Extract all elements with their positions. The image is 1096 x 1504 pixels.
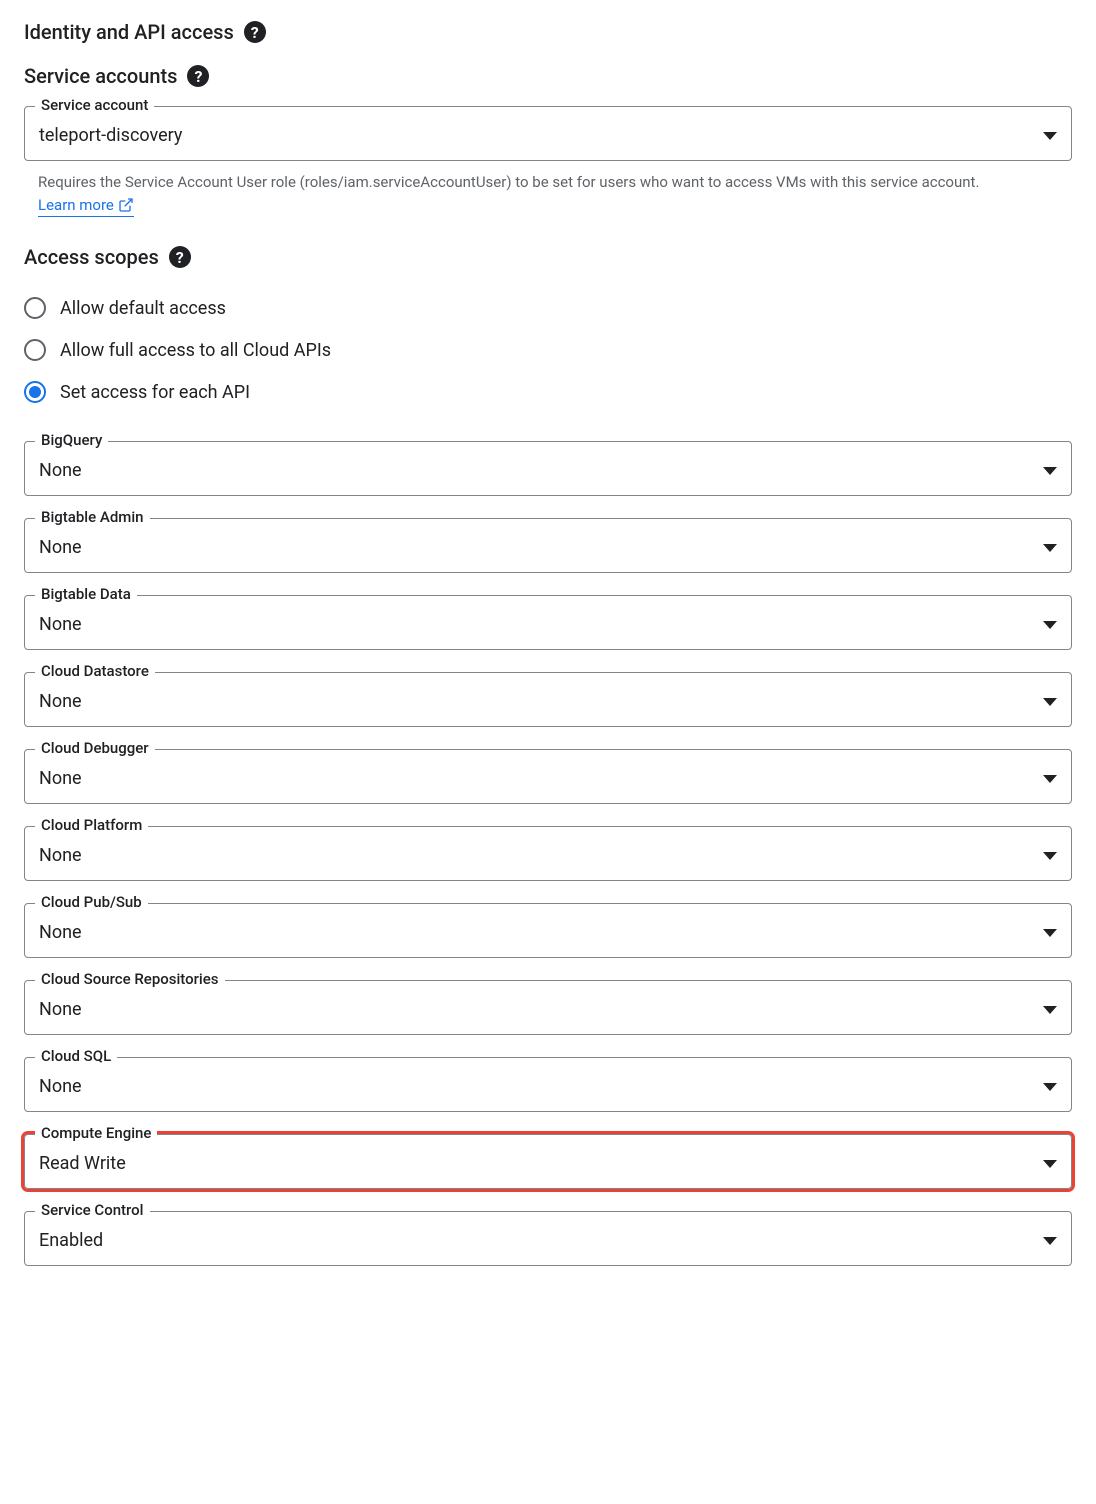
api-scope-label: Cloud Pub/Sub <box>35 893 148 911</box>
external-link-icon <box>118 197 134 213</box>
learn-more-text: Learn more <box>38 194 114 217</box>
chevron-down-icon <box>1043 1083 1057 1091</box>
api-scope-value: None <box>39 537 82 558</box>
access-scopes-radio-group: Allow default access Allow full access t… <box>24 287 1072 413</box>
chevron-down-icon <box>1043 132 1057 140</box>
api-scope-label: Bigtable Admin <box>35 508 150 526</box>
service-account-label: Service account <box>35 96 154 114</box>
api-scope-label: Cloud Source Repositories <box>35 970 225 988</box>
chevron-down-icon <box>1043 544 1057 552</box>
chevron-down-icon <box>1043 1237 1057 1245</box>
api-scope-select[interactable]: Cloud DebuggerNone <box>24 749 1072 804</box>
chevron-down-icon <box>1043 621 1057 629</box>
radio-default-label: Allow default access <box>60 298 226 319</box>
api-scope-select[interactable]: BigQueryNone <box>24 441 1072 496</box>
api-scope-value: Enabled <box>39 1230 103 1251</box>
chevron-down-icon <box>1043 1006 1057 1014</box>
service-accounts-title: Service accounts <box>24 64 177 88</box>
help-icon[interactable]: ? <box>187 65 209 87</box>
api-scope-label: Cloud Platform <box>35 816 148 834</box>
api-scope-label: Cloud Datastore <box>35 662 155 680</box>
api-scope-select[interactable]: Cloud DatastoreNone <box>24 672 1072 727</box>
api-scope-label: Bigtable Data <box>35 585 137 603</box>
chevron-down-icon <box>1043 698 1057 706</box>
radio-each-label: Set access for each API <box>60 382 250 403</box>
radio-button-icon <box>24 339 46 361</box>
help-icon[interactable]: ? <box>169 246 191 268</box>
radio-inner-icon <box>29 386 41 398</box>
access-scopes-title: Access scopes <box>24 245 159 269</box>
api-scope-label: Compute Engine <box>35 1124 157 1142</box>
radio-each-api[interactable]: Set access for each API <box>24 371 1072 413</box>
api-scope-select[interactable]: Cloud PlatformNone <box>24 826 1072 881</box>
api-scope-value: None <box>39 845 82 866</box>
api-scope-value: Read Write <box>39 1153 126 1174</box>
help-icon[interactable]: ? <box>244 21 266 43</box>
api-scope-select[interactable]: Cloud SQLNone <box>24 1057 1072 1112</box>
chevron-down-icon <box>1043 929 1057 937</box>
radio-default-access[interactable]: Allow default access <box>24 287 1072 329</box>
api-scope-value: None <box>39 460 82 481</box>
api-scope-label: Cloud Debugger <box>35 739 155 757</box>
api-scope-select[interactable]: Bigtable DataNone <box>24 595 1072 650</box>
access-scopes-heading: Access scopes ? <box>24 245 1072 269</box>
api-scope-label: Service Control <box>35 1201 150 1219</box>
api-scope-value: None <box>39 922 82 943</box>
identity-api-title: Identity and API access <box>24 20 234 44</box>
api-scope-label: Cloud SQL <box>35 1047 117 1065</box>
chevron-down-icon <box>1043 852 1057 860</box>
api-scope-select[interactable]: Cloud Source RepositoriesNone <box>24 980 1072 1035</box>
api-scope-value: None <box>39 614 82 635</box>
service-account-select[interactable]: Service account teleport-discovery <box>24 106 1072 161</box>
service-account-value: teleport-discovery <box>39 125 182 146</box>
helper-text-content: Requires the Service Account User role (… <box>38 173 979 191</box>
service-account-helper: Requires the Service Account User role (… <box>24 171 1072 217</box>
chevron-down-icon <box>1043 1160 1057 1168</box>
identity-api-heading: Identity and API access ? <box>24 20 1072 44</box>
radio-full-label: Allow full access to all Cloud APIs <box>60 340 331 361</box>
service-accounts-heading: Service accounts ? <box>24 64 1072 88</box>
radio-button-icon <box>24 297 46 319</box>
chevron-down-icon <box>1043 775 1057 783</box>
radio-button-selected-icon <box>24 381 46 403</box>
api-scope-value: None <box>39 691 82 712</box>
api-scope-select[interactable]: Service ControlEnabled <box>24 1211 1072 1266</box>
api-scope-label: BigQuery <box>35 431 108 449</box>
api-scope-list: BigQueryNoneBigtable AdminNoneBigtable D… <box>24 441 1072 1266</box>
api-scope-select[interactable]: Bigtable AdminNone <box>24 518 1072 573</box>
api-scope-value: None <box>39 999 82 1020</box>
learn-more-link[interactable]: Learn more <box>38 194 134 218</box>
api-scope-select[interactable]: Compute EngineRead Write <box>24 1134 1072 1189</box>
api-scope-select[interactable]: Cloud Pub/SubNone <box>24 903 1072 958</box>
api-scope-value: None <box>39 1076 82 1097</box>
chevron-down-icon <box>1043 467 1057 475</box>
radio-full-access[interactable]: Allow full access to all Cloud APIs <box>24 329 1072 371</box>
api-scope-value: None <box>39 768 82 789</box>
